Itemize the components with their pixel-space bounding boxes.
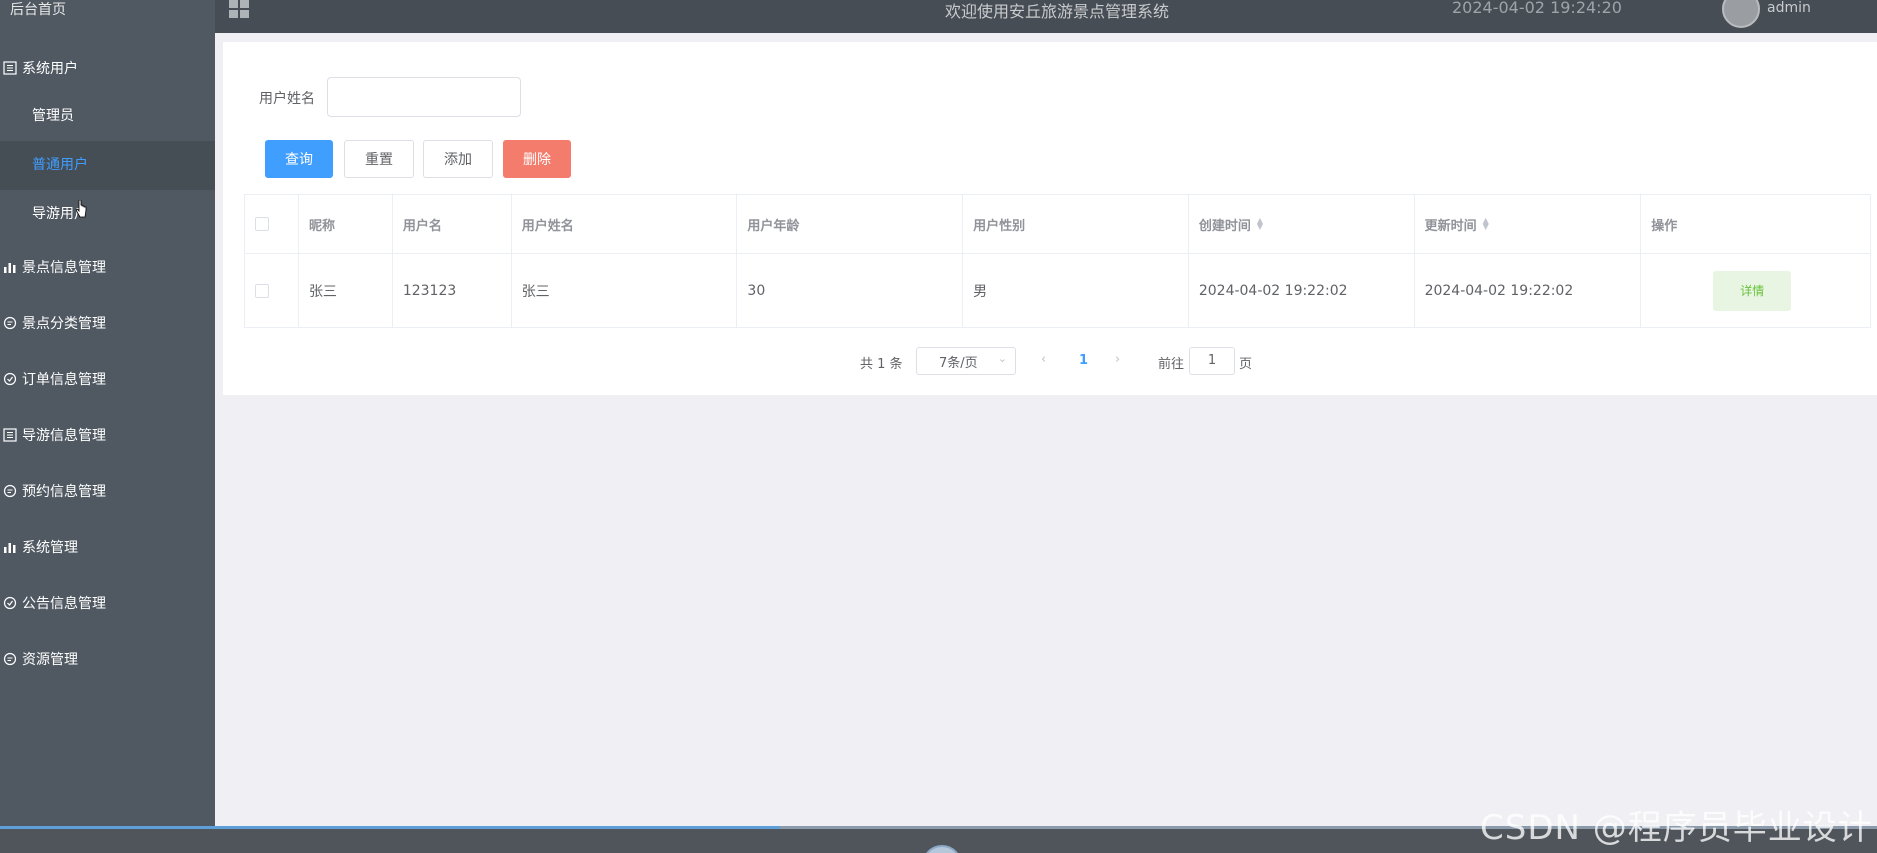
sidebar-group-label: 公告信息管理: [22, 596, 106, 612]
chat-icon: [2, 315, 18, 331]
sort-icon[interactable]: ▲ ▼: [1483, 217, 1489, 231]
sidebar-item-guide-users[interactable]: 导游用户: [0, 190, 215, 239]
sidebar-group-label: 景点信息管理: [22, 260, 106, 276]
bar-chart-icon: [2, 539, 18, 555]
sort-icon[interactable]: ▲ ▼: [1257, 217, 1263, 231]
table-row: 张三 123123 张三 30 男 2024-04-02 19:22:02 20…: [245, 254, 1870, 327]
goto-label: 前往: [1158, 357, 1185, 372]
header-created[interactable]: 创建时间 ▲ ▼: [1189, 195, 1415, 253]
cell-username: 123123: [393, 254, 512, 327]
page-unit-label: 页: [1239, 357, 1253, 372]
check-circle-icon: [2, 371, 18, 387]
cell-created: 2024-04-02 19:22:02: [1189, 254, 1415, 327]
header-realname: 用户姓名: [512, 195, 738, 253]
list-icon: [2, 60, 18, 76]
sidebar-group-system[interactable]: 系统管理: [0, 519, 215, 575]
header-created-label: 创建时间: [1198, 218, 1251, 234]
sidebar-item-normal-users[interactable]: 普通用户: [0, 141, 215, 190]
username-search-input[interactable]: [327, 77, 521, 117]
sidebar-group-orders[interactable]: 订单信息管理: [0, 351, 215, 407]
cell-gender: 男: [963, 254, 1189, 327]
top-header: 欢迎使用安丘旅游景点管理系统 2024-04-02 19:24:20 admin: [215, 0, 1877, 33]
sidebar-group-label: 订单信息管理: [22, 372, 106, 388]
goto-page-input[interactable]: 1: [1189, 347, 1235, 375]
prev-page-icon[interactable]: ‹: [1041, 352, 1046, 367]
chat-icon: [2, 483, 18, 499]
page-number[interactable]: 1: [1079, 353, 1088, 368]
cell-realname: 张三: [512, 254, 738, 327]
header-gender: 用户性别: [963, 195, 1189, 253]
header-updated[interactable]: 更新时间 ▲ ▼: [1415, 195, 1642, 253]
main-panel: 用户姓名 查询 重置 添加 删除 昵称 用户名 用户姓名 用户年龄 用户性别 创…: [223, 42, 1877, 395]
page-size-value: 7条/页: [939, 355, 978, 371]
sidebar: 后台首页 系统用户 管理员 普通用户 导游用户 景点信息管理 景点分类管理 订单…: [0, 0, 215, 853]
sidebar-group-label: 系统管理: [22, 540, 78, 556]
sidebar-group-label: 导游信息管理: [22, 428, 106, 444]
header-username: 用户名: [393, 195, 512, 253]
row-checkbox[interactable]: [255, 283, 269, 298]
sidebar-group-scenic-category[interactable]: 景点分类管理: [0, 295, 215, 351]
cell-actions: 详情: [1641, 254, 1870, 327]
cell-nickname: 张三: [299, 254, 393, 327]
sidebar-group-label: 景点分类管理: [22, 316, 106, 332]
bar-chart-icon: [2, 259, 18, 275]
sidebar-item-admin[interactable]: 管理员: [0, 92, 215, 141]
sidebar-group-scenic-info[interactable]: 景点信息管理: [0, 239, 215, 295]
sidebar-group-label: 预约信息管理: [22, 484, 106, 500]
header-age: 用户年龄: [737, 195, 964, 253]
sidebar-group-label: 资源管理: [22, 652, 78, 668]
sidebar-group-notices[interactable]: 公告信息管理: [0, 575, 215, 631]
list-icon: [2, 427, 18, 443]
detail-button[interactable]: 详情: [1713, 270, 1792, 311]
sidebar-group-system-users[interactable]: 系统用户: [0, 40, 215, 96]
header-updated-label: 更新时间: [1424, 218, 1477, 234]
mouse-cursor-icon: [75, 200, 87, 218]
pagination-total: 共 1 条: [860, 357, 903, 372]
select-all-checkbox[interactable]: [255, 217, 269, 231]
header-actions: 操作: [1651, 218, 1678, 234]
select-all-cell: [245, 195, 299, 253]
pagination: 共 1 条 7条/页 ⌄ ‹ 1 › 前往 1 页: [223, 347, 1877, 377]
search-label: 用户姓名: [259, 91, 315, 107]
cell-age: 30: [737, 254, 964, 327]
header-time: 2024-04-02 19:24:20: [1452, 0, 1622, 17]
delete-button[interactable]: 删除: [503, 140, 571, 178]
add-button[interactable]: 添加: [423, 140, 493, 178]
page-size-select[interactable]: 7条/页 ⌄: [916, 347, 1016, 375]
sidebar-home[interactable]: 后台首页: [0, 0, 215, 24]
header-title: 欢迎使用安丘旅游景点管理系统: [945, 2, 1170, 21]
row-select-cell: [245, 254, 299, 327]
reset-button[interactable]: 重置: [344, 140, 414, 178]
users-table: 昵称 用户名 用户姓名 用户年龄 用户性别 创建时间 ▲ ▼ 更新时间 ▲ ▼ 操作…: [244, 194, 1871, 328]
chat-icon: [2, 651, 18, 667]
table-header-row: 昵称 用户名 用户姓名 用户年龄 用户性别 创建时间 ▲ ▼ 更新时间 ▲ ▼ 操作: [245, 195, 1870, 254]
avatar[interactable]: [1722, 0, 1760, 28]
header-nickname: 昵称: [299, 195, 393, 253]
check-circle-icon: [2, 595, 18, 611]
sidebar-group-resources[interactable]: 资源管理: [0, 631, 215, 687]
sidebar-group-reservations[interactable]: 预约信息管理: [0, 463, 215, 519]
grid-menu-icon[interactable]: [229, 0, 249, 18]
header-username[interactable]: admin: [1767, 0, 1811, 16]
next-page-icon[interactable]: ›: [1115, 352, 1120, 367]
sidebar-group-guides[interactable]: 导游信息管理: [0, 407, 215, 463]
sidebar-group-label: 系统用户: [22, 61, 78, 77]
watermark: CSDN @程序员毕业设计: [1480, 808, 1873, 848]
chevron-down-icon: ⌄: [997, 352, 1007, 365]
cell-updated: 2024-04-02 19:22:02: [1415, 254, 1642, 327]
query-button[interactable]: 查询: [265, 140, 333, 178]
